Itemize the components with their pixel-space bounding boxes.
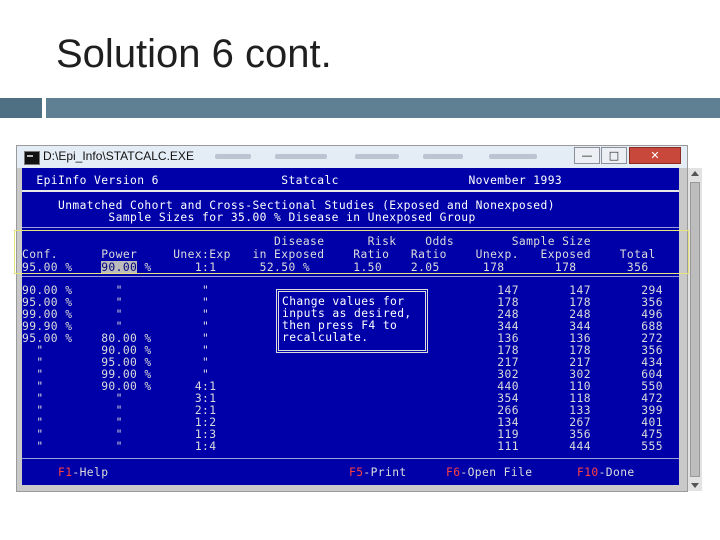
window-titlebar[interactable]: D:\Epi_Info\STATCALC.EXE — □ ✕ bbox=[17, 146, 687, 168]
scroll-down-icon[interactable] bbox=[691, 483, 699, 488]
f10-done-button[interactable]: F10-Done bbox=[577, 466, 667, 479]
maximize-button[interactable]: □ bbox=[601, 147, 627, 164]
f1-help-button[interactable]: F1-Help bbox=[58, 466, 138, 479]
f5-print-button[interactable]: F5-Print bbox=[349, 466, 429, 479]
scroll-up-icon[interactable] bbox=[691, 171, 699, 176]
blurred-menu-text bbox=[423, 154, 463, 159]
slide-title: Solution 6 cont. bbox=[56, 32, 332, 76]
f6-open-file-button[interactable]: F6-Open File bbox=[446, 466, 556, 479]
input-row-values: % 1:1 52.50 % 1.50 2.05 178 178 356 bbox=[137, 261, 649, 274]
column-headers: Conf. Power Unex:Exp in Exposed Ratio Ra… bbox=[22, 248, 656, 261]
blurred-menu-text bbox=[489, 154, 537, 159]
console-app-icon bbox=[24, 151, 40, 165]
column-headers: Disease Risk Odds Sample Size bbox=[22, 235, 591, 248]
title-rule-bar bbox=[46, 98, 720, 118]
divider bbox=[22, 458, 679, 459]
title-rule-square bbox=[0, 98, 42, 118]
power-input-field[interactable]: 90.00 bbox=[101, 261, 138, 274]
close-button[interactable]: ✕ bbox=[629, 147, 681, 164]
dos-console: EpiInfo Version 6 Statcalc November 1993… bbox=[22, 168, 679, 485]
divider bbox=[22, 276, 679, 277]
vertical-scrollbar[interactable] bbox=[688, 168, 702, 491]
header-line: EpiInfo Version 6 Statcalc November 1993 bbox=[22, 174, 563, 187]
blurred-menu-text bbox=[215, 154, 251, 159]
study-subtitle: Sample Sizes for 35.00 % Disease in Unex… bbox=[22, 211, 476, 224]
blurred-menu-text bbox=[355, 154, 399, 159]
blurred-menu-text bbox=[275, 154, 327, 159]
input-row: 95.00 % 90.00 % 1:1 52.50 % 1.50 2.05 17… bbox=[22, 261, 679, 274]
instruction-box: Change values for inputs as desired, the… bbox=[276, 289, 428, 353]
divider bbox=[22, 190, 679, 192]
divider bbox=[22, 227, 679, 228]
minimize-button[interactable]: — bbox=[574, 147, 600, 164]
window-title: D:\Epi_Info\STATCALC.EXE bbox=[43, 149, 194, 163]
instruction-text: recalculate. bbox=[282, 331, 369, 344]
result-row: " " 1:4 111 444 555 bbox=[22, 440, 663, 453]
scroll-thumb[interactable] bbox=[690, 182, 700, 477]
conf-value: 95.00 % bbox=[22, 261, 102, 274]
